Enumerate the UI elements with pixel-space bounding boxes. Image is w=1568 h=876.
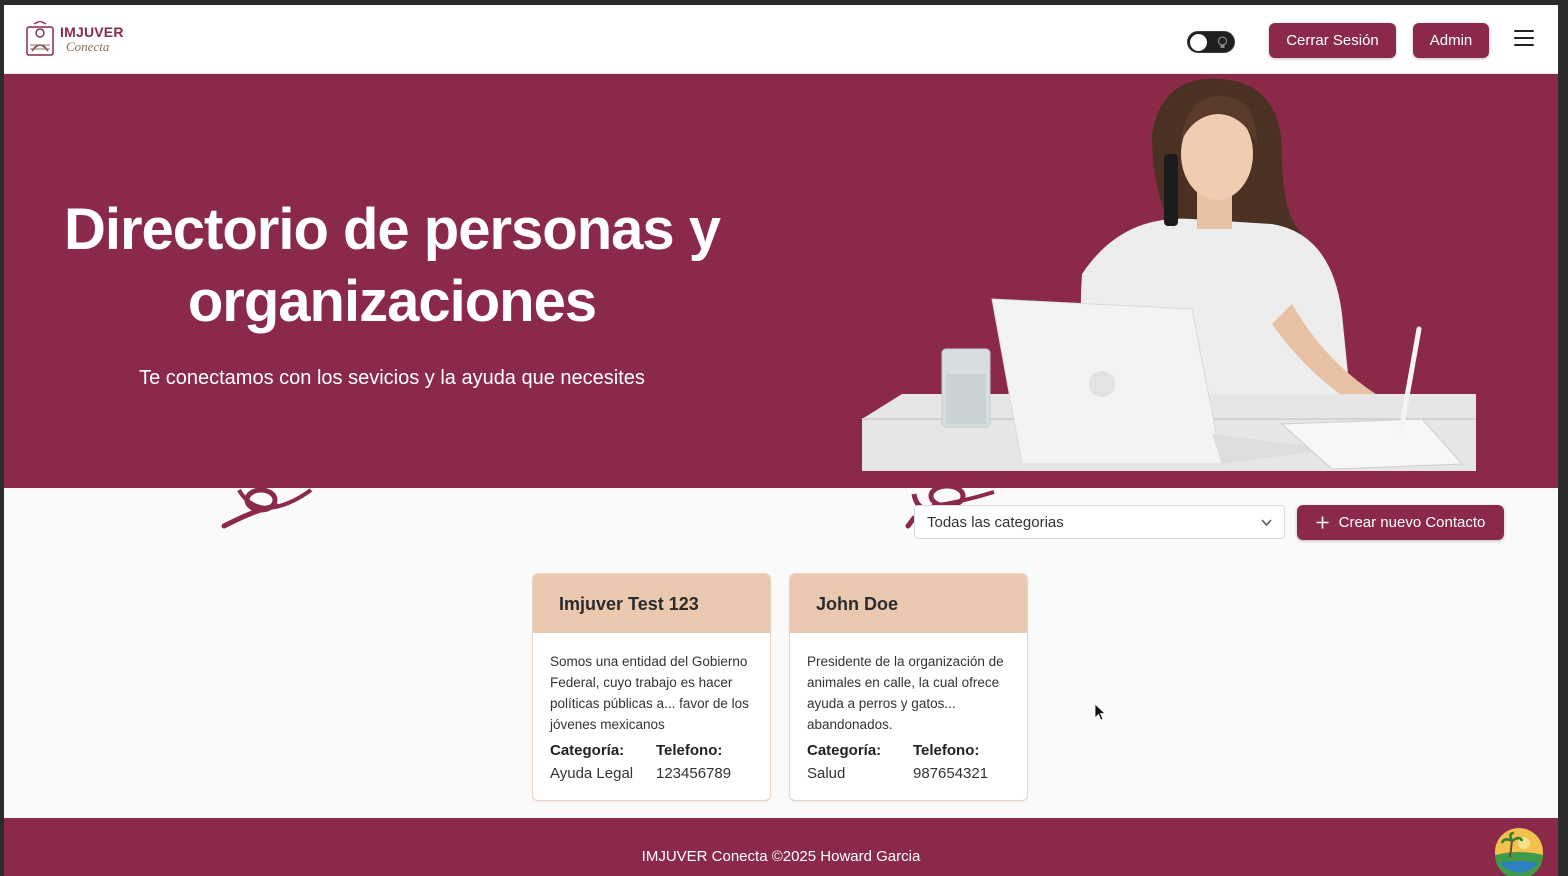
category-value: Salud <box>807 765 846 782</box>
lightbulb-icon <box>1217 36 1228 48</box>
phone-value: 123456789 <box>656 765 732 782</box>
brand-title: IMJUVER <box>60 24 124 40</box>
phone-label: Telefono: <box>913 742 980 759</box>
theme-toggle[interactable] <box>1187 31 1235 53</box>
phone-value: 987654321 <box>913 765 989 782</box>
category-select[interactable]: Todas las categorias <box>914 505 1285 539</box>
create-contact-button[interactable]: Crear nuevo Contacto <box>1297 505 1504 540</box>
phone-label: Telefono: <box>656 742 723 759</box>
contact-card[interactable]: Imjuver Test 123 Somos una entidad del G… <box>532 573 771 801</box>
hero-banner: Directorio de personas y organizaciones … <box>4 74 1558 488</box>
page-footer: IMJUVER Conecta ©2025 Howard Garcia <box>4 818 1558 876</box>
mouse-cursor-icon <box>1094 703 1106 721</box>
plus-icon <box>1316 516 1329 529</box>
admin-button[interactable]: Admin <box>1413 23 1489 58</box>
hero-subtitle: Te conectamos con los sevicios y la ayud… <box>139 367 645 389</box>
logout-button[interactable]: Cerrar Sesión <box>1269 23 1396 58</box>
category-label: Categoría: <box>550 742 625 759</box>
avatar-beach-icon[interactable] <box>1494 827 1544 876</box>
create-contact-label: Crear nuevo Contacto <box>1338 514 1486 531</box>
hero-title: Directorio de personas y organizaciones <box>63 197 721 334</box>
footer-text: IMJUVER Conecta ©2025 Howard Garcia <box>641 848 921 865</box>
brand-logo[interactable]: IMJUVER Conecta <box>24 21 124 57</box>
contact-description: Somos una entidad del Gobierno Federal, … <box>550 654 749 732</box>
decorative-swirl <box>221 488 313 529</box>
contact-name: Imjuver Test 123 <box>533 574 770 633</box>
top-navbar: IMJUVER Conecta Cerrar Sesión Admin <box>4 5 1558 74</box>
hamburger-menu-icon[interactable] <box>1514 30 1534 48</box>
imjuver-logo-icon <box>26 21 54 56</box>
app-frame: IMJUVER Conecta Cerrar Sesión Admin Dire… <box>4 5 1558 876</box>
chevron-down-icon <box>1261 519 1272 527</box>
brand-subtitle: Conecta <box>66 39 110 54</box>
category-value: Ayuda Legal <box>550 765 634 782</box>
contact-name: John Doe <box>790 574 1027 633</box>
category-label: Categoría: <box>807 742 882 759</box>
hero-illustration <box>862 78 1476 471</box>
toggle-knob <box>1190 34 1207 51</box>
contact-description: Presidente de la organización de animale… <box>807 654 1004 732</box>
category-select-value: Todas las categorias <box>927 514 1064 531</box>
contact-card[interactable]: John Doe Presidente de la organización d… <box>789 573 1028 801</box>
